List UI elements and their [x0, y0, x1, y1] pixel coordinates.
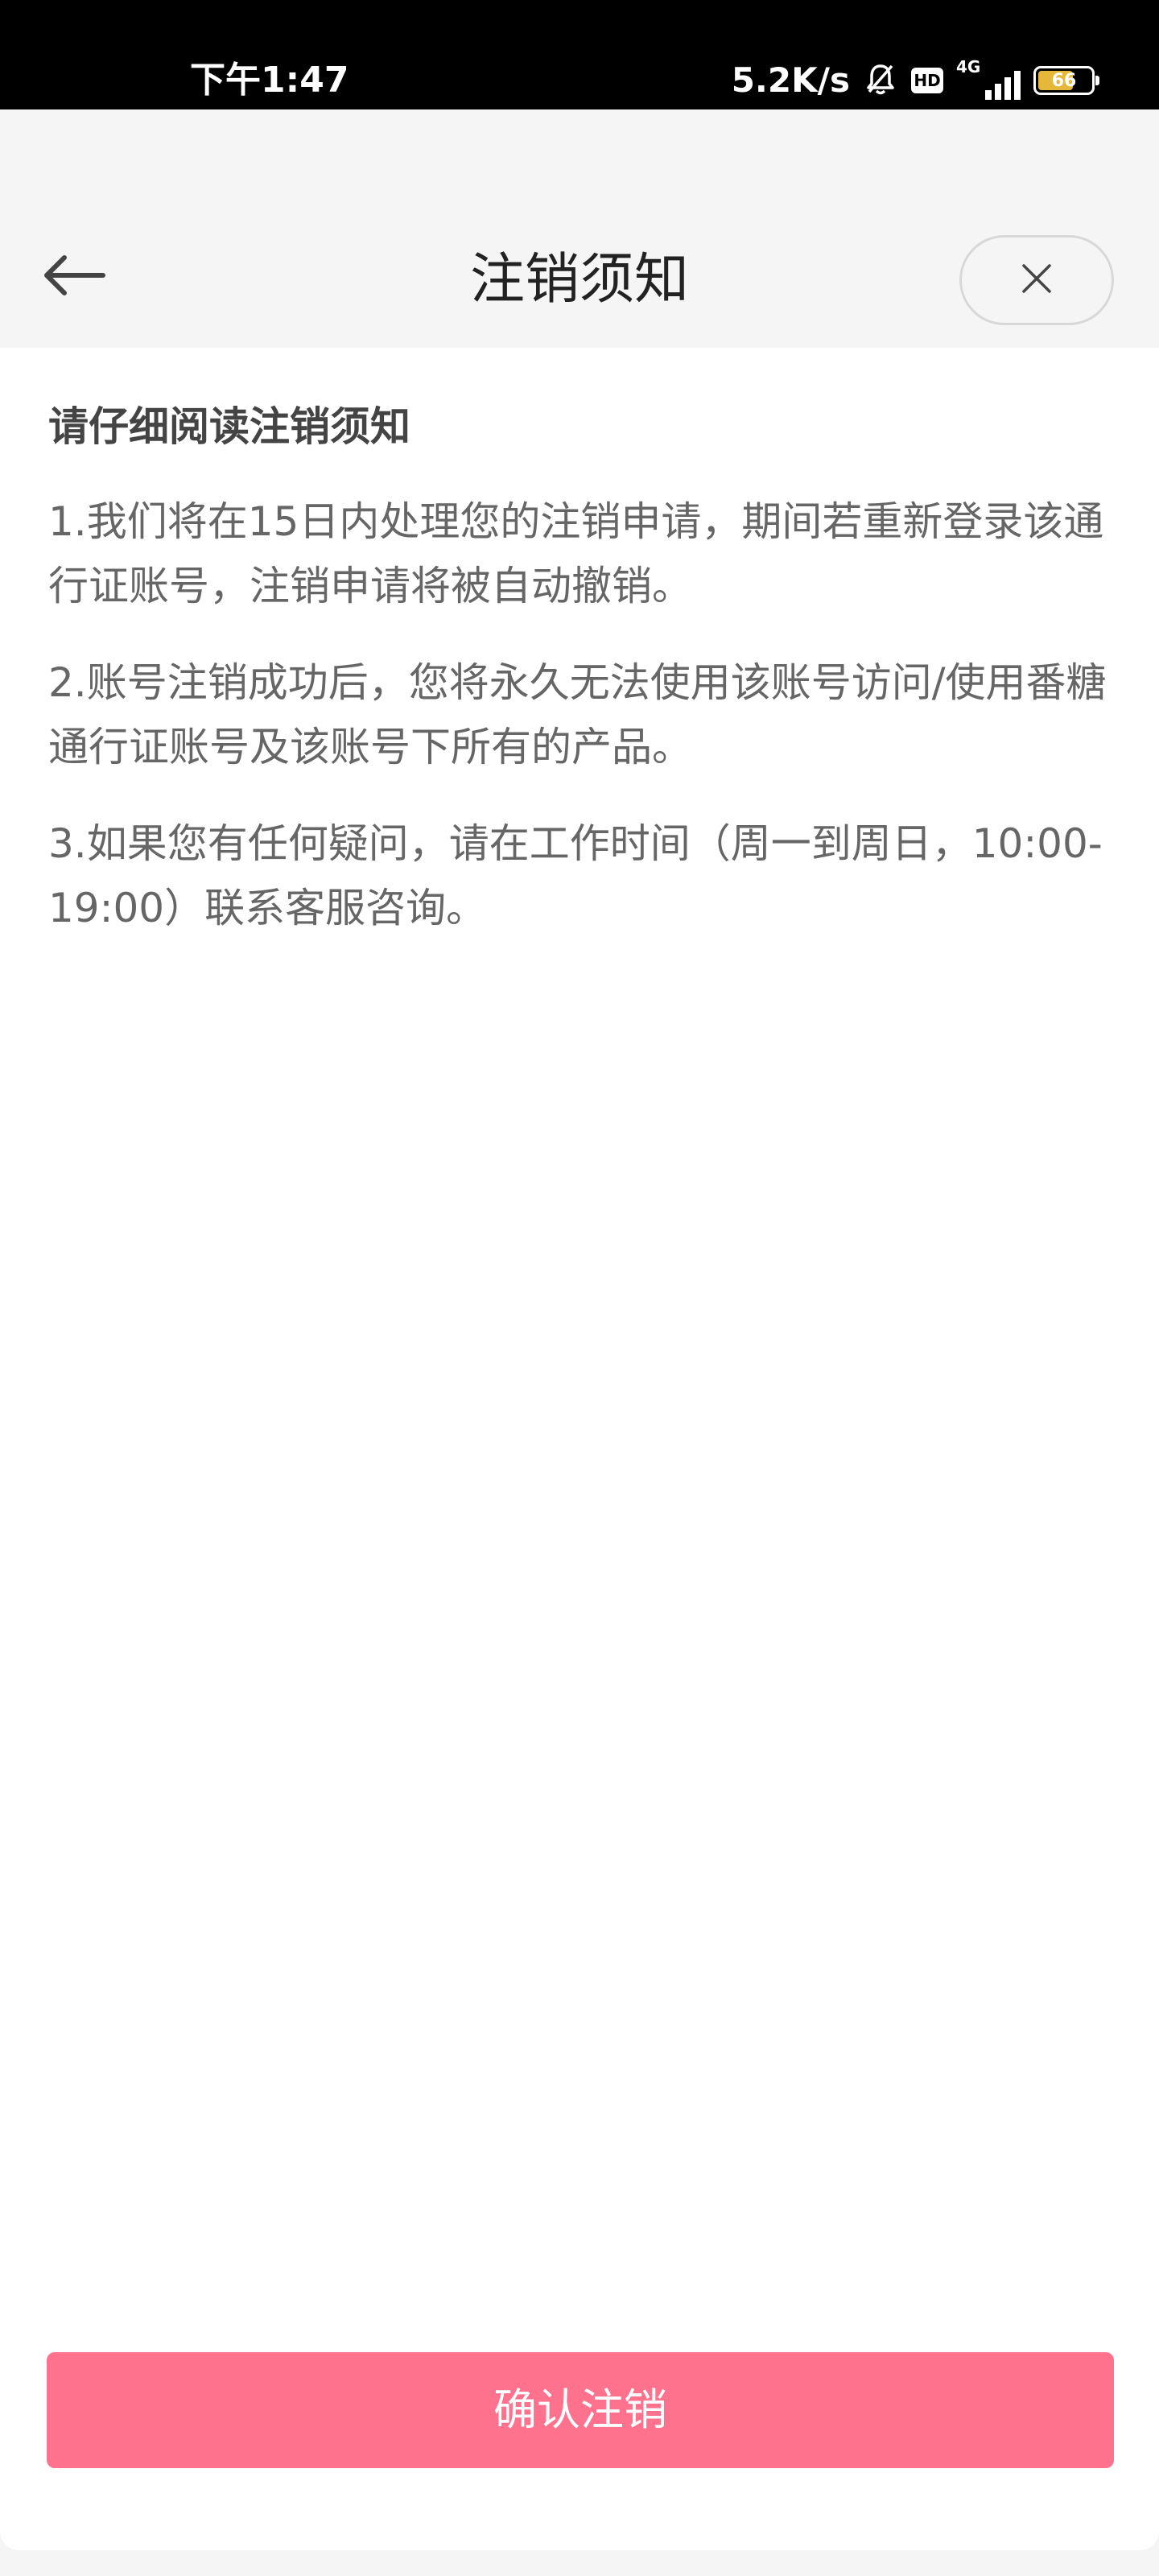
mute-bell-icon — [863, 61, 898, 100]
notice-item: 2.账号注销成功后，您将永久无法使用该账号访问/使用番糖通行证账号及该账号下所有… — [48, 659, 1107, 770]
confirm-cancellation-button[interactable]: 确认注销 — [47, 2352, 1114, 2468]
battery-icon: 66 — [1033, 66, 1099, 95]
network-speed: 5.2K/s — [731, 60, 850, 100]
notice-heading: 请仔细阅读注销须知 — [48, 403, 410, 450]
status-bar: 下午1:47 5.2K/s HD 4G 66 — [0, 0, 1159, 109]
notice-content: 请仔细阅读注销须知 1.我们将在15日内处理您的注销申请，期间若重新登录该通行证… — [0, 348, 1159, 2550]
hd-icon: HD — [911, 68, 943, 93]
close-button[interactable] — [959, 235, 1114, 325]
status-time: 下午1:47 — [190, 60, 349, 101]
close-icon — [1021, 262, 1053, 298]
status-icons: 5.2K/s HD 4G 66 — [731, 57, 1099, 103]
signal-icon: 4G — [956, 57, 1021, 100]
nav-header: 注销须知 — [0, 109, 1159, 348]
notice-item: 3.如果您有任何疑问，请在工作时间（周一到周日，10:00-19:00）联系客服… — [48, 820, 1103, 931]
battery-level: 66 — [1051, 70, 1077, 91]
network-type: 4G — [956, 57, 981, 76]
notice-item: 1.我们将在15日内处理您的注销申请，期间若重新登录该通行证账号，注销申请将被自… — [48, 498, 1104, 609]
